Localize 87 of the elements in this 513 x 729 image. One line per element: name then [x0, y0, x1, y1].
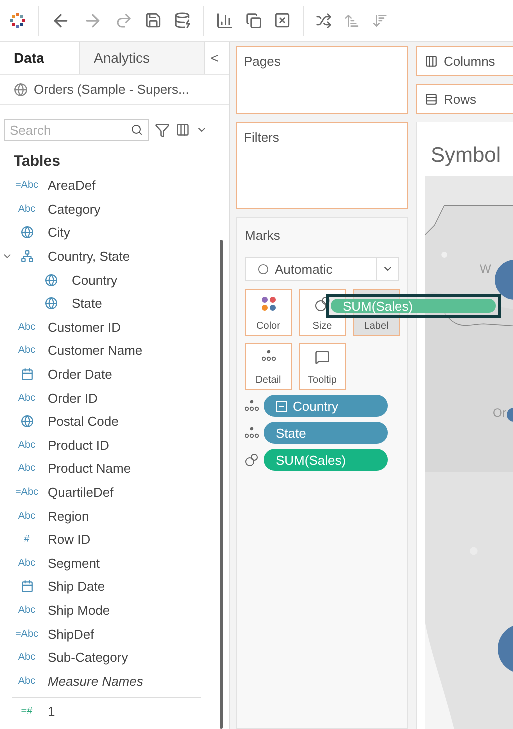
- globe-icon: [44, 274, 58, 287]
- duplicate-icon[interactable]: [246, 12, 262, 28]
- detail-dots-icon: [262, 350, 276, 362]
- data-type-label: Abc: [17, 652, 37, 664]
- field-name[interactable]: Row ID: [48, 532, 91, 548]
- field-name[interactable]: ShipDef: [48, 626, 94, 642]
- field-name[interactable]: Country: [72, 272, 118, 288]
- data-type-label: Abc: [17, 676, 37, 687]
- search-field[interactable]: Search: [4, 119, 149, 141]
- save-icon[interactable]: [145, 12, 162, 29]
- globe-icon: [20, 415, 34, 428]
- data-type-label: =Abc: [14, 628, 40, 640]
- field-name[interactable]: Segment: [48, 556, 100, 571]
- calendar-icon: [20, 580, 34, 594]
- columns-shelf[interactable]: Columns: [416, 46, 513, 76]
- marks-title: Marks: [245, 228, 282, 243]
- field-name[interactable]: City: [48, 225, 70, 240]
- data-type-label: Abc: [17, 392, 37, 404]
- field-name[interactable]: Order Date: [48, 367, 112, 382]
- view-icon[interactable]: [176, 123, 190, 137]
- hierarchy-icon: [20, 250, 34, 264]
- field-name[interactable]: Category: [48, 202, 101, 217]
- data-type-label: Abc: [17, 345, 37, 356]
- pages-shelf[interactable]: Pages: [236, 46, 408, 114]
- field-name[interactable]: Ship Mode: [48, 602, 110, 618]
- map-label: Or: [493, 406, 506, 420]
- field-name[interactable]: Customer Name: [48, 343, 143, 358]
- detail-dots-icon: [245, 427, 259, 439]
- field-name[interactable]: Product ID: [48, 438, 110, 453]
- data-type-label: Abc: [17, 604, 37, 616]
- data-type-label: =Abc: [14, 180, 40, 192]
- rows-icon: [425, 92, 438, 106]
- new-sheet-icon[interactable]: [216, 12, 234, 30]
- field-name[interactable]: 1: [48, 704, 56, 720]
- field-name[interactable]: Ship Date: [48, 579, 106, 594]
- field-name[interactable]: QuartileDef: [48, 485, 114, 500]
- color-dots-icon: [260, 296, 276, 312]
- mark-type-label: Automatic: [275, 262, 333, 276]
- app-logo-icon[interactable]: [10, 12, 26, 28]
- field-name[interactable]: Order ID: [48, 390, 98, 406]
- data-type-label: Abc: [17, 463, 37, 474]
- data-type-label: =Abc: [14, 487, 40, 498]
- tables-heading: Tables: [13, 152, 62, 172]
- data-source-name: Orders (Sample - Supers...: [34, 82, 190, 97]
- sheet-title: Symbol: [430, 143, 502, 169]
- calendar-icon: [20, 368, 34, 382]
- globe-icon: [20, 226, 34, 240]
- field-name[interactable]: Country, State: [48, 249, 130, 264]
- collapse-box-icon[interactable]: [276, 400, 287, 412]
- filter-icon[interactable]: [155, 122, 170, 138]
- filters-shelf[interactable]: Filters: [236, 122, 408, 209]
- size-circles-icon: [314, 296, 330, 312]
- tooltip-icon: [315, 350, 330, 365]
- size-circles-icon: [245, 453, 259, 467]
- field-name[interactable]: Postal Code: [48, 414, 119, 430]
- map-label: W: [480, 262, 492, 276]
- mark-type-dropdown[interactable]: Automatic: [245, 257, 399, 281]
- field-name[interactable]: Region: [48, 508, 90, 524]
- circle-icon: [258, 264, 269, 274]
- pane-tab[interactable]: Analytics: [80, 42, 205, 74]
- columns-icon: [425, 54, 438, 68]
- data-source-item[interactable]: Orders (Sample - Supers...: [0, 75, 229, 105]
- data-type-label: #: [23, 534, 31, 546]
- data-type-label: Abc: [17, 510, 37, 522]
- data-type-label: Abc: [17, 322, 37, 333]
- field-name[interactable]: Product Name: [48, 461, 132, 476]
- field-name[interactable]: Measure Names: [48, 674, 144, 689]
- search-icon: [131, 124, 143, 136]
- field-name[interactable]: State: [72, 296, 102, 312]
- field-name[interactable]: AreaDef: [48, 178, 96, 194]
- field-name[interactable]: Customer ID: [48, 320, 121, 335]
- clear-sheet-icon[interactable]: [274, 12, 291, 29]
- data-type-label: Abc: [17, 204, 37, 215]
- field-name[interactable]: Sub-Category: [48, 650, 128, 666]
- detail-dots-icon: [245, 400, 259, 412]
- collapse-button[interactable]: <: [210, 50, 219, 66]
- rows-shelf[interactable]: Rows: [416, 84, 513, 114]
- new-data-source-icon[interactable]: [174, 12, 191, 29]
- globe-icon: [44, 297, 58, 310]
- mark-property-button[interactable]: Color: [245, 289, 292, 336]
- swap-icon[interactable]: [316, 12, 332, 28]
- data-type-label: Abc: [17, 440, 37, 451]
- mark-property-button[interactable]: Detail: [245, 343, 292, 390]
- data-source-icon: [14, 82, 28, 96]
- data-type-label: Abc: [17, 558, 37, 569]
- mark-property-button[interactable]: Tooltip: [299, 343, 346, 390]
- data-type-label: =#: [20, 706, 34, 718]
